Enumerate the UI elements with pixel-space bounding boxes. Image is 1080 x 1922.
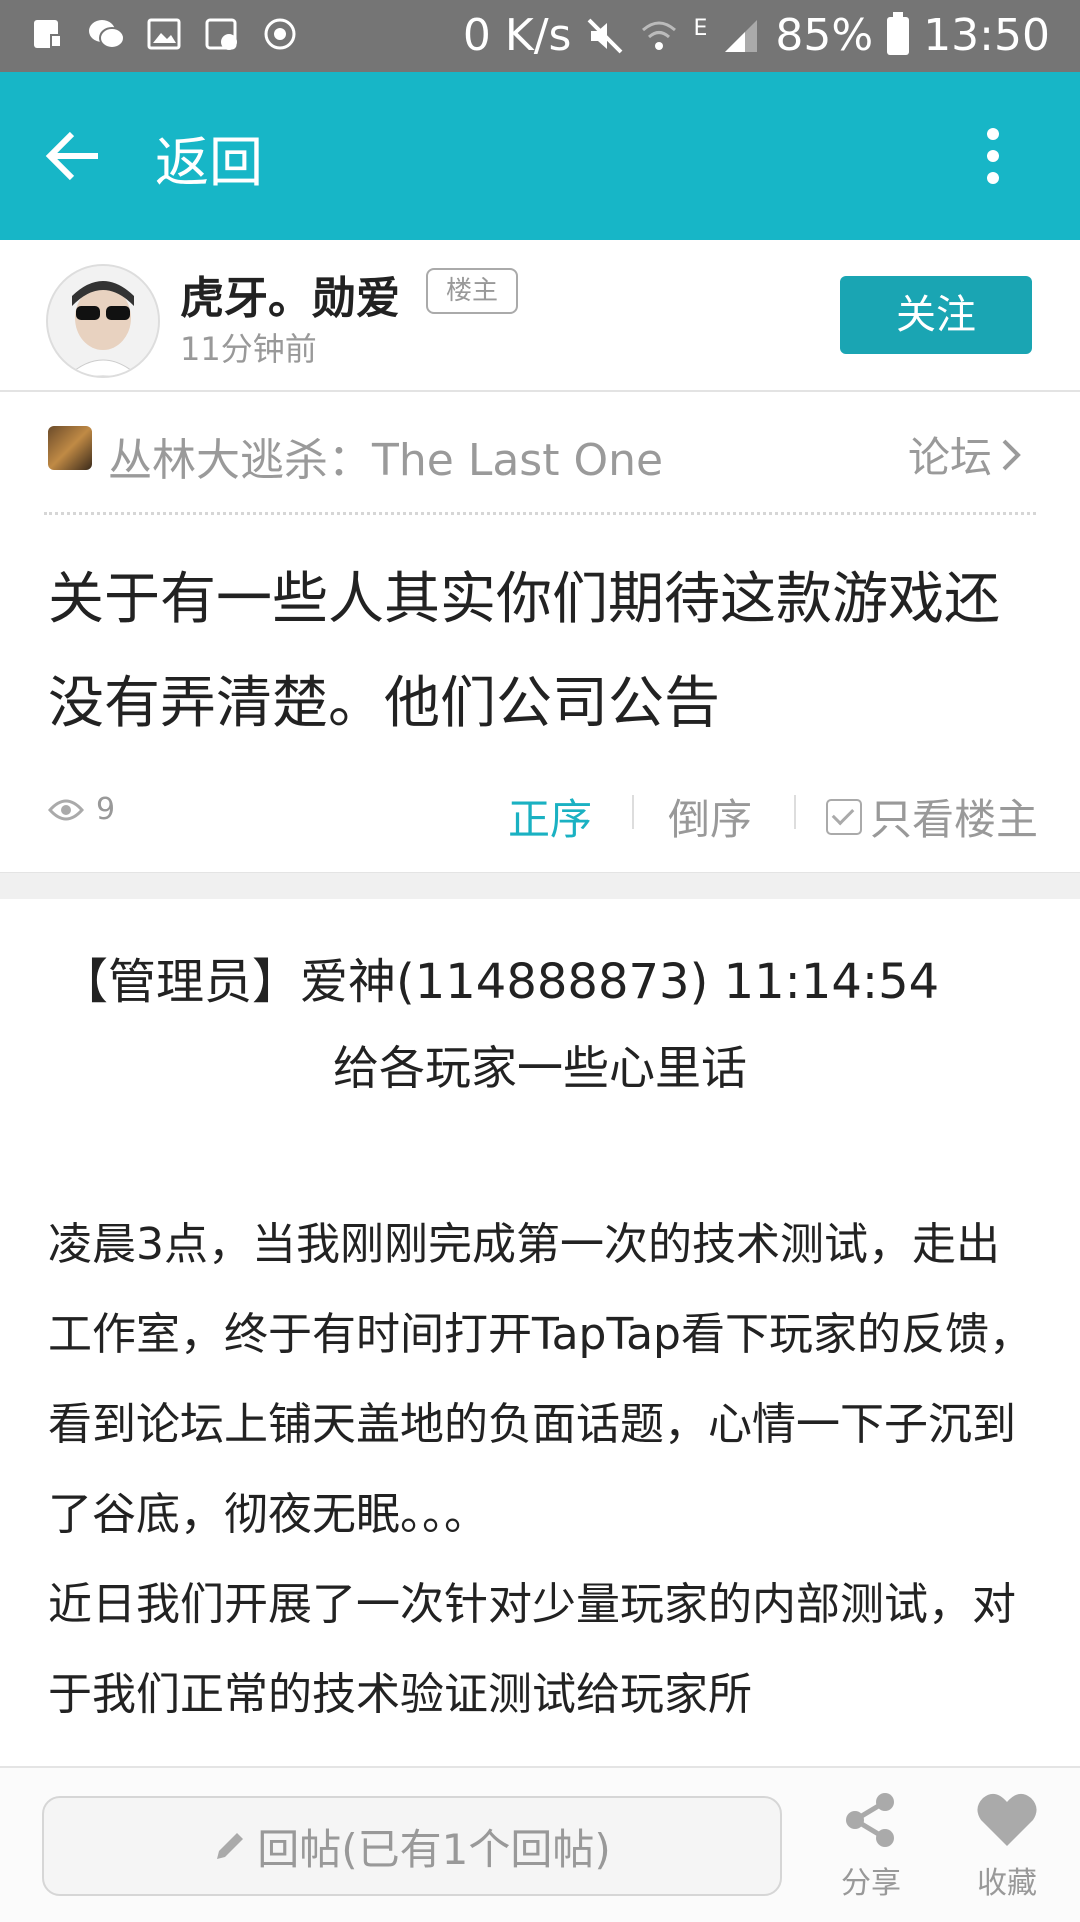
post-body: 凌晨3点，当我刚刚完成第一次的技术测试，走出工作室，终于有时间打开TapTap看…	[48, 1200, 1038, 1740]
calendar-icon	[205, 18, 237, 50]
post-time: 11分钟前	[180, 330, 317, 368]
chevron-right-icon	[1002, 439, 1021, 470]
reply-label: 回帖(已有1个回帖)	[257, 1824, 611, 1874]
heart-icon	[977, 1793, 1037, 1846]
avatar[interactable]	[46, 264, 160, 378]
owner-only-toggle[interactable]: 只看楼主	[826, 786, 1038, 847]
share-button[interactable]: 分享	[816, 1790, 926, 1902]
pencil-icon	[217, 1833, 244, 1859]
clock: 13:50	[923, 10, 1050, 61]
back-arrow-icon[interactable]	[42, 128, 102, 184]
favorite-button[interactable]: 收藏	[952, 1790, 1062, 1902]
view-count: 9	[48, 792, 115, 827]
body-paragraph: 近日我们开展了一次针对少量玩家的内部测试，对于我们正常的技术验证测试给玩家所	[48, 1579, 1016, 1720]
author-name[interactable]: 虎牙。勋爱	[180, 262, 400, 326]
post-title: 关于有一些人其实你们期待这款游戏还没有弄清楚。他们公司公告	[48, 567, 1000, 736]
app-bar: 返回	[0, 72, 1080, 240]
checkbox-icon	[826, 798, 862, 835]
share-label: 分享	[841, 1866, 901, 1901]
sync-icon	[264, 18, 296, 50]
owner-badge: 楼主	[426, 268, 518, 314]
follow-button[interactable]: 关注	[840, 276, 1032, 354]
bottom-bar: 回帖(已有1个回帖) 分享 收藏	[0, 1766, 1080, 1922]
forum-link-label: 论坛	[908, 433, 993, 482]
favorite-label: 收藏	[977, 1866, 1037, 1901]
section-gap	[0, 872, 1080, 899]
back-label[interactable]: 返回	[155, 118, 263, 197]
status-bar: 0 K/s E 85% 13:50	[0, 0, 1080, 72]
sort-ascending-tab[interactable]: 正序	[508, 786, 592, 847]
view-count-value: 9	[96, 792, 116, 827]
share-icon	[846, 1793, 894, 1847]
reply-input[interactable]: 回帖(已有1个回帖)	[42, 1796, 782, 1896]
more-icon[interactable]	[980, 126, 1006, 186]
avatar-image	[48, 266, 158, 376]
wifi-icon	[642, 21, 677, 50]
eye-icon	[48, 799, 84, 820]
divider	[0, 390, 1080, 392]
owner-only-label: 只看楼主	[870, 795, 1039, 844]
battery-icon	[887, 11, 910, 55]
dotted-divider	[44, 512, 1036, 515]
forum-link[interactable]: 论坛	[908, 424, 1022, 485]
network-speed: 0 K/s	[462, 10, 572, 61]
network-type: E	[693, 16, 708, 41]
separator	[794, 795, 796, 829]
admin-line: 【管理员】爱神(114888873) 11:14:54	[60, 954, 940, 1010]
gallery-icon	[147, 18, 181, 50]
game-title[interactable]: 丛林大逃杀：The Last One	[108, 424, 663, 488]
usb-debug-icon	[34, 20, 62, 48]
game-thumbnail[interactable]	[48, 426, 92, 470]
mute-icon	[588, 18, 623, 53]
sort-descending-tab[interactable]: 倒序	[668, 786, 752, 847]
separator	[632, 795, 634, 829]
signal-icon	[725, 19, 758, 52]
battery-percent: 85%	[775, 10, 874, 61]
body-paragraph: 凌晨3点，当我刚刚完成第一次的技术测试，走出工作室，终于有时间打开TapTap看…	[48, 1219, 1033, 1540]
body-subtitle: 给各玩家一些心里话	[333, 1041, 747, 1095]
wechat-icon	[89, 20, 125, 49]
